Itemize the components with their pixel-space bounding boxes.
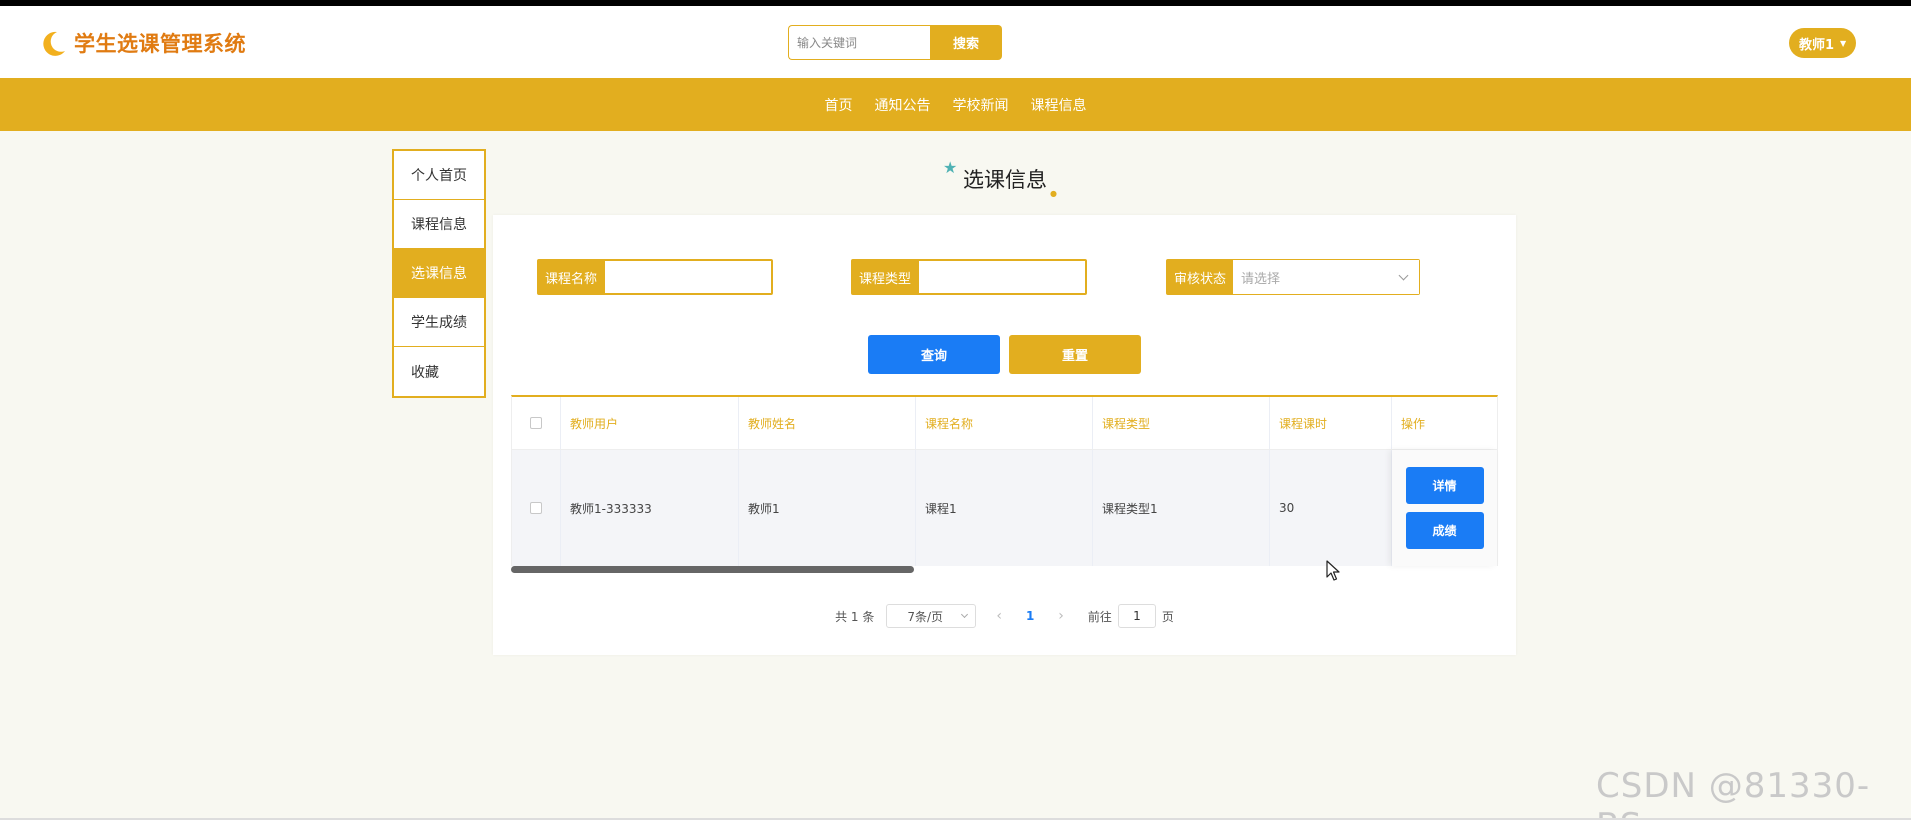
column-header: 课程类型 xyxy=(1093,397,1270,449)
nav-item-news[interactable]: 学校新闻 xyxy=(953,95,1009,115)
prev-page-icon[interactable]: ‹ xyxy=(988,608,1010,624)
goto-page-input[interactable] xyxy=(1117,604,1156,628)
caret-down-icon: ▼ xyxy=(1840,38,1847,48)
cell-course-hours: 30 xyxy=(1270,450,1392,566)
star-icon: ★ xyxy=(943,158,958,177)
column-header: 课程名称 xyxy=(916,397,1093,449)
content-panel: 课程名称 课程类型 审核状态 请选择 查询 重置 教师用户 教师姓名 课程名称 … xyxy=(493,215,1516,655)
query-button[interactable]: 查询 xyxy=(868,335,1000,374)
main-nav: 首页 通知公告 学校新闻 课程信息 xyxy=(0,78,1911,131)
status-select[interactable]: 请选择 xyxy=(1233,260,1420,294)
page-title-wrap: ★ 选课信息 ● xyxy=(0,158,1911,198)
select-all-cell xyxy=(512,397,561,449)
horizontal-scrollbar[interactable] xyxy=(511,566,914,573)
course-name-input[interactable] xyxy=(604,260,773,294)
cell-teacher-name: 教师1 xyxy=(739,450,916,566)
page-suffix: 页 xyxy=(1161,609,1174,624)
goto-page: 前往 页 xyxy=(1088,604,1174,628)
nav-item-home[interactable]: 首页 xyxy=(825,95,853,115)
header: 学生选课管理系统 搜索 教师1 ▼ xyxy=(0,6,1911,78)
column-header: 操作 xyxy=(1401,416,1426,431)
search-bar: 搜索 xyxy=(788,25,1002,60)
mouse-cursor-icon xyxy=(1326,560,1340,581)
logo[interactable]: 学生选课管理系统 xyxy=(38,28,246,58)
cell-teacher-user: 教师1-333333 xyxy=(561,450,739,566)
goto-label: 前往 xyxy=(1087,609,1112,624)
column-header: 课程课时 xyxy=(1270,397,1392,449)
search-input[interactable] xyxy=(788,25,930,60)
watermark: CSDN @81330-BS xyxy=(1596,766,1871,820)
selection-table: 教师用户 教师姓名 课程名称 课程类型 课程课时 操作 教师1-333333 教… xyxy=(511,395,1498,566)
page-size-select[interactable]: 7条/页 xyxy=(886,604,977,628)
current-page[interactable]: 1 xyxy=(1022,609,1038,623)
reset-button[interactable]: 重置 xyxy=(1009,335,1141,374)
course-name-label: 课程名称 xyxy=(538,260,605,294)
total-count: 共 1 条 xyxy=(835,609,875,624)
table-row: 教师1-333333 教师1 课程1 课程类型1 30 详情 成绩 xyxy=(512,450,1497,566)
sidebar-item-courses[interactable]: 课程信息 xyxy=(394,200,484,249)
status-filter: 审核状态 请选择 xyxy=(1166,259,1421,295)
row-checkbox[interactable] xyxy=(530,502,542,514)
nav-item-notices[interactable]: 通知公告 xyxy=(875,95,931,115)
select-all-checkbox[interactable] xyxy=(530,417,542,429)
table-header: 教师用户 教师姓名 课程名称 课程类型 课程课时 操作 xyxy=(512,397,1497,450)
course-type-input[interactable] xyxy=(918,260,1087,294)
sparkle-icon: ● xyxy=(1050,189,1057,198)
user-menu[interactable]: 教师1 ▼ xyxy=(1789,28,1857,58)
pagination: 共 1 条 7条/页 ‹ 1 › 前往 页 xyxy=(493,604,1516,628)
course-type-label: 课程类型 xyxy=(852,260,919,294)
detail-button[interactable]: 详情 xyxy=(1405,467,1484,504)
sidebar-item-selections[interactable]: 选课信息 xyxy=(394,249,484,298)
user-name: 教师1 xyxy=(1799,37,1835,53)
status-label: 审核状态 xyxy=(1167,260,1234,294)
status-placeholder: 请选择 xyxy=(1241,271,1281,287)
next-page-icon[interactable]: › xyxy=(1050,608,1072,624)
moon-icon xyxy=(43,31,65,56)
page-size-value: 7条/页 xyxy=(907,609,944,624)
cell-course-type: 课程类型1 xyxy=(1093,450,1270,566)
course-name-filter: 课程名称 xyxy=(537,259,774,295)
chevron-down-icon xyxy=(961,610,969,619)
column-header: 教师用户 xyxy=(561,397,739,449)
grade-button[interactable]: 成绩 xyxy=(1405,512,1484,549)
page-title: 选课信息 xyxy=(963,168,1047,192)
search-button[interactable]: 搜索 xyxy=(930,25,1002,60)
page-title-container: ★ 选课信息 ● xyxy=(943,158,1057,198)
row-select-cell xyxy=(512,450,561,566)
chevron-down-icon xyxy=(1398,270,1409,280)
sidebar-item-grades[interactable]: 学生成绩 xyxy=(394,298,484,347)
cell-course-name: 课程1 xyxy=(916,450,1093,566)
cell-actions: 详情 成绩 xyxy=(1392,450,1497,566)
app-title: 学生选课管理系统 xyxy=(74,32,246,56)
nav-item-courses[interactable]: 课程信息 xyxy=(1031,95,1087,115)
course-type-filter: 课程类型 xyxy=(851,259,1088,295)
column-header: 教师姓名 xyxy=(739,397,916,449)
sidebar-item-favorites[interactable]: 收藏 xyxy=(394,347,484,396)
